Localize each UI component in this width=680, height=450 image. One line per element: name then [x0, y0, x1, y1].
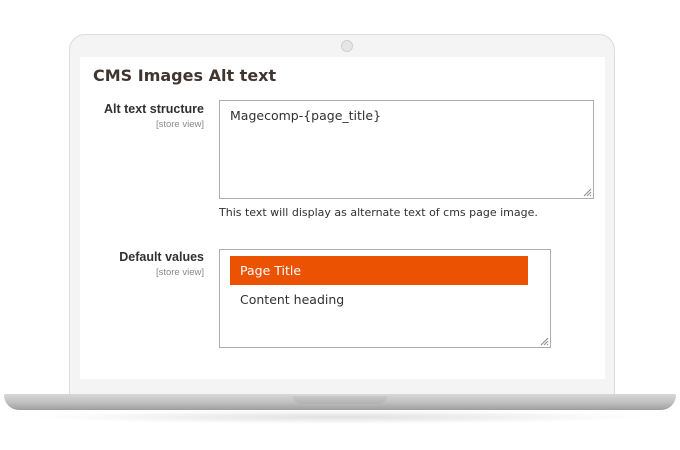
option-page-title[interactable]: Page Title	[230, 256, 528, 285]
default-values-scope: [store view]	[155, 267, 204, 278]
laptop-screen: CMS Images Alt text Alt text structure […	[80, 57, 605, 379]
resize-grip-icon[interactable]	[540, 337, 549, 346]
laptop-shadow	[30, 410, 650, 424]
default-values-label: Default values	[119, 250, 204, 264]
resize-grip-icon[interactable]	[583, 188, 592, 197]
alt-text-structure-scope: [store view]	[155, 119, 204, 130]
alt-text-structure-note: This text will display as alternate text…	[219, 206, 538, 219]
section-title: CMS Images Alt text	[93, 66, 277, 85]
alt-text-structure-label: Alt text structure	[103, 102, 204, 116]
default-values-multiselect[interactable]: Page Title Content heading	[219, 249, 551, 348]
alt-text-structure-textarea[interactable]: Magecomp-{page_title}	[219, 100, 594, 199]
default-values-label-group: Default values [store view]	[80, 250, 204, 278]
alt-text-structure-value: Magecomp-{page_title}	[230, 108, 382, 123]
laptop-base-notch	[293, 396, 387, 404]
alt-text-structure-label-group: Alt text structure [store view]	[80, 102, 204, 130]
option-content-heading[interactable]: Content heading	[230, 285, 528, 314]
camera-icon	[341, 40, 353, 52]
